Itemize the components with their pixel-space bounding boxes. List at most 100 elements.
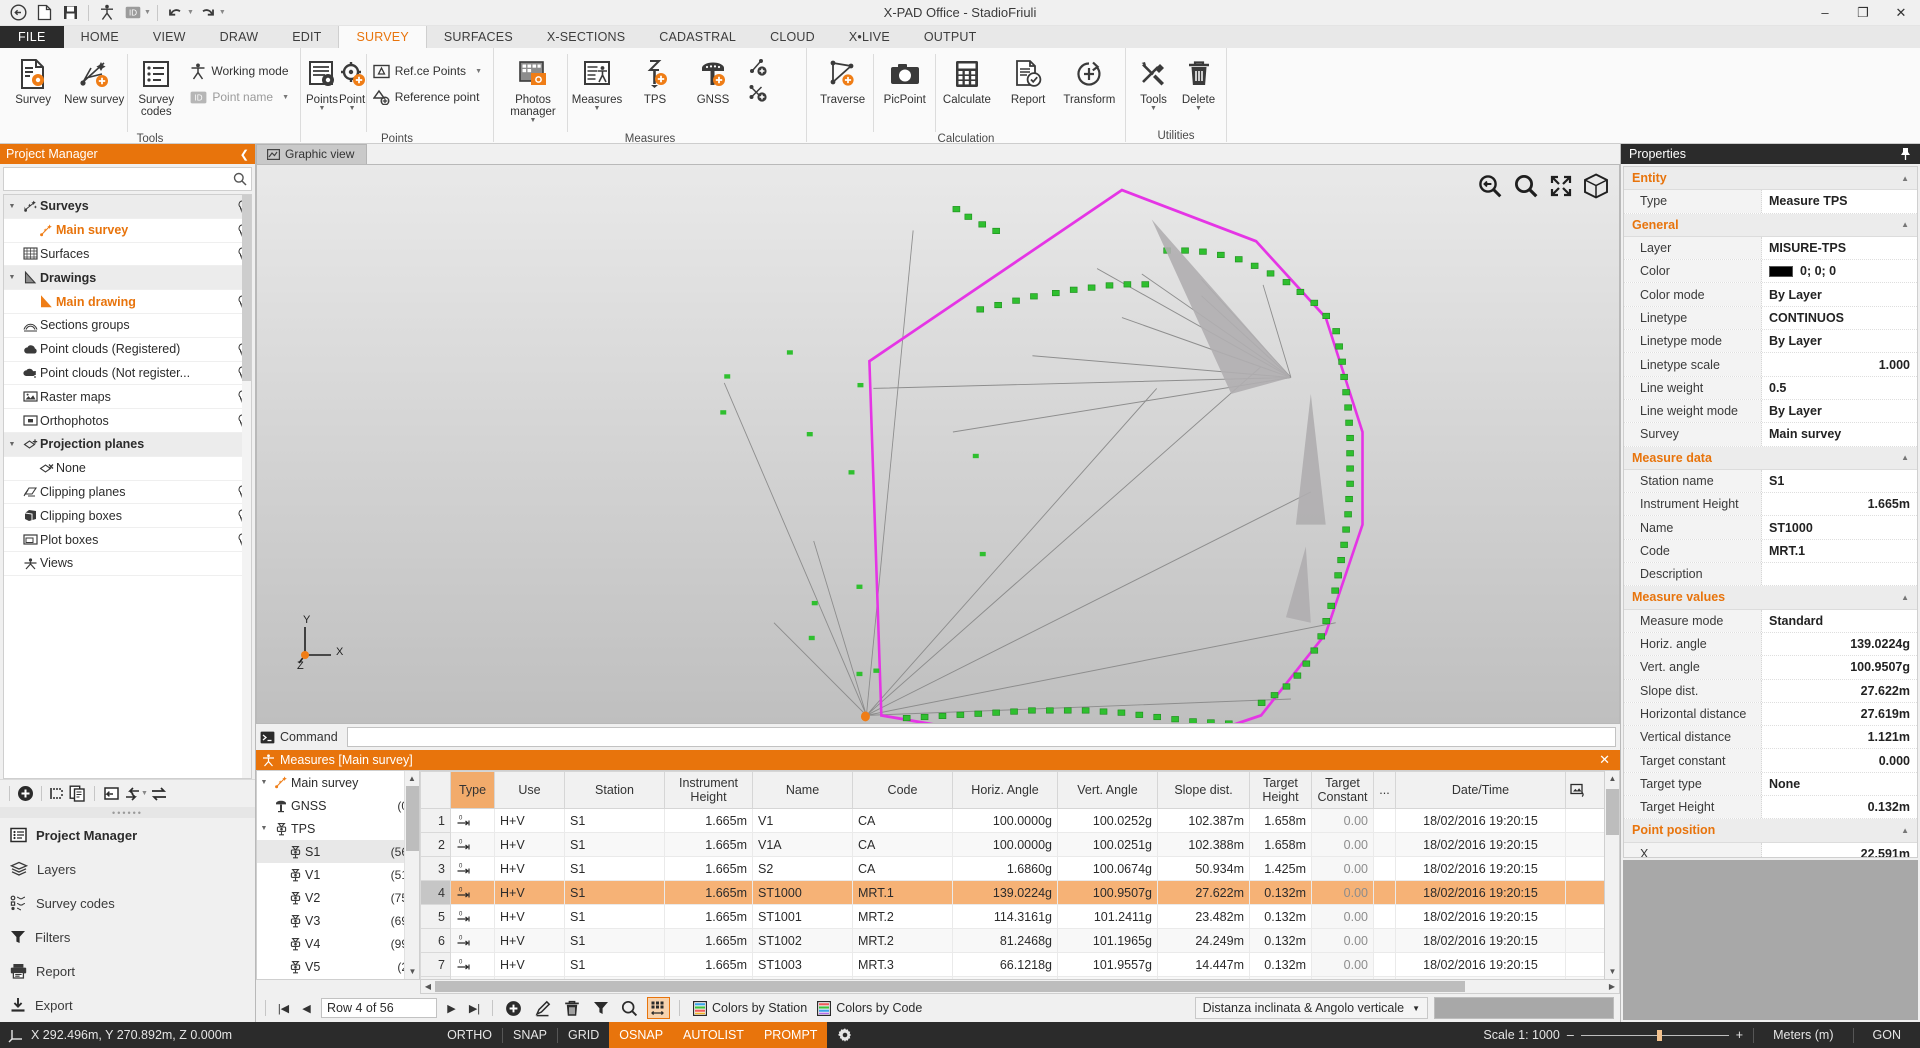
save-icon[interactable] bbox=[58, 2, 82, 24]
chevron-up-icon[interactable]: ▲ bbox=[1901, 593, 1917, 602]
hscroll-track[interactable] bbox=[435, 980, 1605, 993]
cell-hz[interactable]: 100.0000g bbox=[952, 832, 1058, 857]
cell-th[interactable]: 1.658m bbox=[1249, 808, 1312, 833]
cell-use[interactable]: H+V bbox=[494, 904, 565, 929]
expander-icon[interactable]: ▼ bbox=[4, 203, 20, 210]
column-header-date-time[interactable]: Date/Time bbox=[1395, 771, 1566, 809]
cell-datetime[interactable]: 18/02/2016 19:20:15 bbox=[1395, 808, 1566, 833]
cell-type[interactable]: 0 bbox=[450, 880, 495, 905]
property-row-line-weight[interactable]: Line weight 0.5 bbox=[1624, 376, 1917, 400]
cell-more[interactable] bbox=[1373, 952, 1396, 977]
property-value-cell[interactable]: 1.000 bbox=[1762, 353, 1917, 376]
measures-grid-hscrollbar[interactable]: ◀ ▶ bbox=[420, 980, 1620, 994]
expander-icon[interactable]: ▼ bbox=[257, 779, 271, 786]
hscroll-thumb[interactable] bbox=[435, 981, 1465, 992]
cell-code[interactable]: MRT.2 bbox=[852, 928, 953, 953]
chevron-up-icon[interactable]: ▲ bbox=[1901, 220, 1917, 229]
tools-caret[interactable]: ▼ bbox=[1150, 105, 1157, 112]
cell-code[interactable]: CA bbox=[852, 856, 953, 881]
pin-icon[interactable] bbox=[1899, 147, 1912, 161]
properties-section-measure-values[interactable]: Measure values ▲ bbox=[1624, 586, 1917, 610]
id-icon[interactable]: ID bbox=[121, 2, 145, 24]
grid-scroll-thumb[interactable] bbox=[1606, 789, 1619, 835]
tab-surfaces[interactable]: SURFACES bbox=[427, 26, 530, 48]
property-value-cell[interactable]: By Layer bbox=[1762, 283, 1917, 306]
properties-section-general[interactable]: General ▲ bbox=[1624, 213, 1917, 237]
column-header-target-height[interactable]: Target Height bbox=[1249, 771, 1312, 809]
cell-type[interactable]: 0 bbox=[450, 904, 495, 929]
property-row-survey[interactable]: Survey Main survey bbox=[1624, 423, 1917, 447]
cell-inst_h[interactable]: 1.665m bbox=[664, 832, 753, 857]
property-value-cell[interactable]: S1 bbox=[1762, 469, 1917, 493]
cell-station[interactable]: S1 bbox=[564, 928, 665, 953]
cell-vt[interactable]: 101.2411g bbox=[1057, 904, 1158, 929]
property-row-linetype-scale[interactable]: Linetype scale 1.000 bbox=[1624, 353, 1917, 377]
transform-button[interactable]: Transform bbox=[1059, 52, 1120, 106]
cell-sd[interactable]: 50.934m bbox=[1157, 856, 1250, 881]
zoom-previous-icon[interactable] bbox=[1477, 173, 1503, 199]
tab-output[interactable]: OUTPUT bbox=[907, 26, 994, 48]
next-row-button[interactable]: ▶ bbox=[443, 1002, 460, 1015]
property-row-target-constant[interactable]: Target constant 0.000 bbox=[1624, 749, 1917, 773]
property-row-linetype[interactable]: Linetype CONTINUOS bbox=[1624, 306, 1917, 331]
cell-more[interactable] bbox=[1373, 904, 1396, 929]
cell-vt[interactable]: 101.9557g bbox=[1057, 952, 1158, 977]
delete-caret[interactable]: ▼ bbox=[1195, 105, 1202, 112]
cell-hz[interactable]: 66.1218g bbox=[952, 952, 1058, 977]
toggle-autolist[interactable]: AUTOLIST bbox=[673, 1022, 754, 1048]
cell-type[interactable]: 0 bbox=[450, 832, 495, 857]
graphic-canvas[interactable]: Y X Z bbox=[256, 164, 1620, 724]
cell-target-constant[interactable]: 0.00 bbox=[1311, 928, 1374, 953]
traverse-button[interactable]: Traverse bbox=[812, 52, 873, 106]
properties-section-entity[interactable]: Entity ▲ bbox=[1624, 167, 1917, 191]
property-value-cell[interactable]: By Layer bbox=[1762, 330, 1917, 353]
cell-hz[interactable]: 139.0224g bbox=[952, 880, 1058, 905]
cell-hz[interactable]: 1.6860g bbox=[952, 856, 1058, 881]
cell-station[interactable]: S1 bbox=[564, 832, 665, 857]
cell-target-constant[interactable]: 0.00 bbox=[1311, 880, 1374, 905]
toggle-grid[interactable]: GRID bbox=[558, 1022, 609, 1048]
zoom-icon[interactable] bbox=[1513, 173, 1539, 199]
colors-by-code-legend[interactable]: Colors by Code bbox=[817, 1000, 922, 1016]
tab-xlive[interactable]: X•LIVE bbox=[832, 26, 907, 48]
cell-name[interactable]: S2 bbox=[752, 856, 853, 881]
colors-by-station-legend[interactable]: Colors by Station bbox=[693, 1000, 807, 1016]
cell-datetime[interactable]: 18/02/2016 19:20:15 bbox=[1395, 952, 1566, 977]
cell-target-constant[interactable]: 0.00 bbox=[1311, 832, 1374, 857]
property-row-type[interactable]: Type Measure TPS bbox=[1624, 190, 1917, 214]
cell-name[interactable]: ST1000 bbox=[752, 880, 853, 905]
tab-cloud[interactable]: CLOUD bbox=[753, 26, 832, 48]
measures-tree-item-v2[interactable]: V2 (75) bbox=[257, 886, 419, 909]
search-input[interactable] bbox=[8, 171, 233, 187]
cell-more[interactable] bbox=[1373, 928, 1396, 953]
table-row[interactable]: 4 0 H+V S1 1.665m ST1000 MRT.1 139.0224g 100.950… bbox=[420, 880, 1604, 905]
tab-draw[interactable]: DRAW bbox=[203, 26, 276, 48]
expander-icon[interactable]: ▼ bbox=[4, 441, 20, 448]
nav-item-export[interactable]: Export bbox=[0, 988, 255, 1022]
cell-target-constant[interactable]: 0.00 bbox=[1311, 904, 1374, 929]
project-tree-scrollbar[interactable] bbox=[242, 195, 251, 778]
cell-code[interactable]: MRT.2 bbox=[852, 904, 953, 929]
measures-grid-scrollbar[interactable]: ▲ ▼ bbox=[1605, 770, 1620, 980]
property-value-cell[interactable]: None bbox=[1762, 772, 1917, 796]
cell-more[interactable] bbox=[1373, 856, 1396, 881]
last-row-button[interactable]: ▶| bbox=[466, 1002, 483, 1015]
cell-use[interactable]: H+V bbox=[494, 928, 565, 953]
cell-th[interactable]: 0.132m bbox=[1249, 928, 1312, 953]
measures-button[interactable]: Measures ▼ bbox=[568, 52, 626, 112]
point-button[interactable]: Point ▼ bbox=[338, 52, 366, 112]
column-header-horiz-angle[interactable]: Horiz. Angle bbox=[952, 771, 1058, 809]
cell-sd[interactable]: 23.482m bbox=[1157, 904, 1250, 929]
tree-item-point-clouds-not-register[interactable]: Point clouds (Not register... bbox=[4, 361, 251, 386]
cell-th[interactable]: 0.132m bbox=[1249, 904, 1312, 929]
property-value-cell[interactable]: 27.622m bbox=[1762, 679, 1917, 702]
cell-use[interactable]: H+V bbox=[494, 952, 565, 977]
nav-item-filters[interactable]: Filters bbox=[0, 920, 255, 954]
measures-tree-item-v1[interactable]: V1 (51) bbox=[257, 863, 419, 886]
new-survey-button[interactable]: New survey bbox=[61, 52, 127, 106]
fit-columns-button[interactable] bbox=[647, 997, 670, 1019]
tree-item-orthophotos[interactable]: Orthophotos bbox=[4, 409, 251, 433]
tree-item-point-clouds-registered[interactable]: Point clouds (Registered) bbox=[4, 337, 251, 362]
measures-tree-item-v5[interactable]: V5(2) bbox=[257, 956, 419, 979]
table-row[interactable]: 7 0 H+V S1 1.665m ST1003 MRT.3 66.1218g 101.9557… bbox=[420, 952, 1604, 977]
